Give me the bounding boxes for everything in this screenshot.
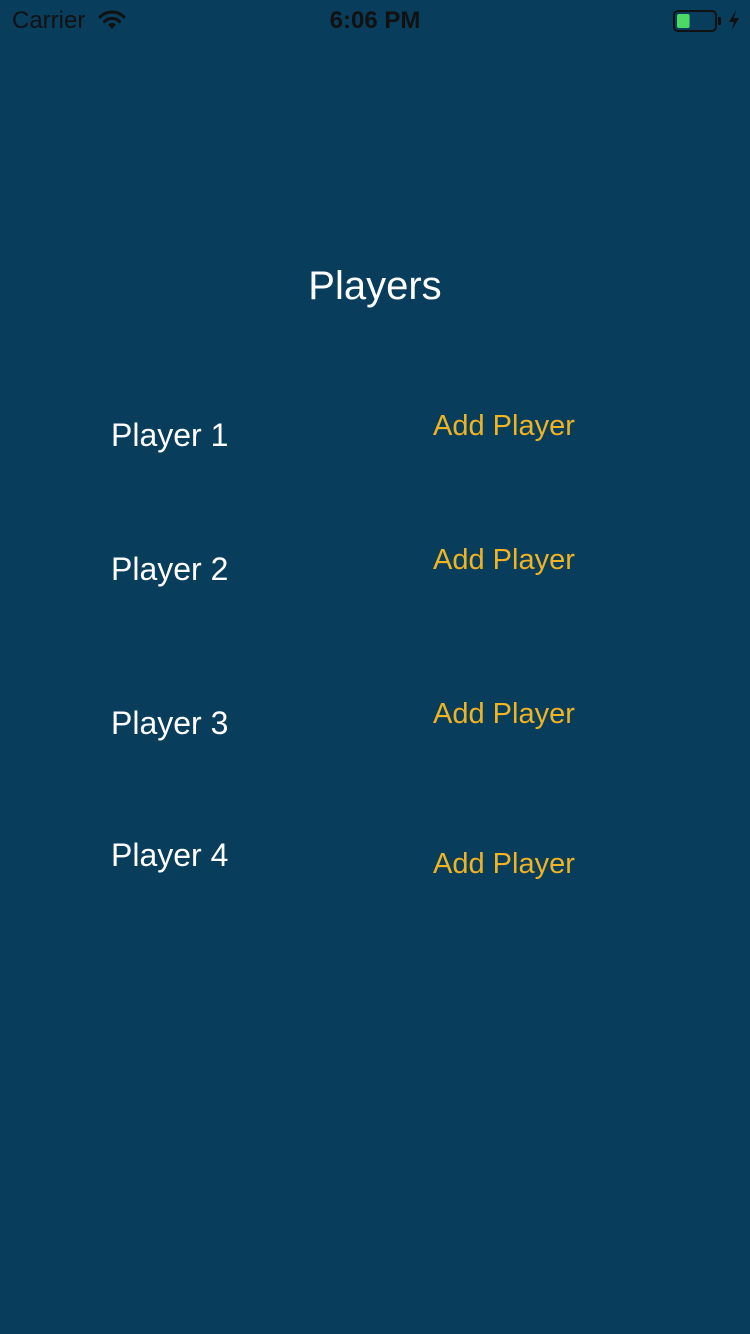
player-label-1: Player 1 — [111, 417, 229, 453]
players-screen: Carrier 6:06 PM Players Player 1 Add Pla… — [0, 0, 750, 1334]
page-title: Players — [308, 264, 442, 308]
player-label-2: Player 2 — [111, 551, 229, 587]
battery-icon — [673, 10, 721, 32]
player-label-4: Player 4 — [111, 837, 229, 873]
add-player-button-1[interactable]: Add Player — [433, 408, 575, 444]
bolt-icon — [729, 10, 739, 30]
add-player-button-4[interactable]: Add Player — [433, 846, 575, 882]
clock-time: 6:06 PM — [329, 7, 421, 34]
add-player-button-2[interactable]: Add Player — [433, 542, 575, 578]
add-player-button-3[interactable]: Add Player — [433, 696, 575, 732]
status-bar: Carrier 6:06 PM — [0, 0, 750, 40]
player-label-3: Player 3 — [111, 705, 229, 741]
